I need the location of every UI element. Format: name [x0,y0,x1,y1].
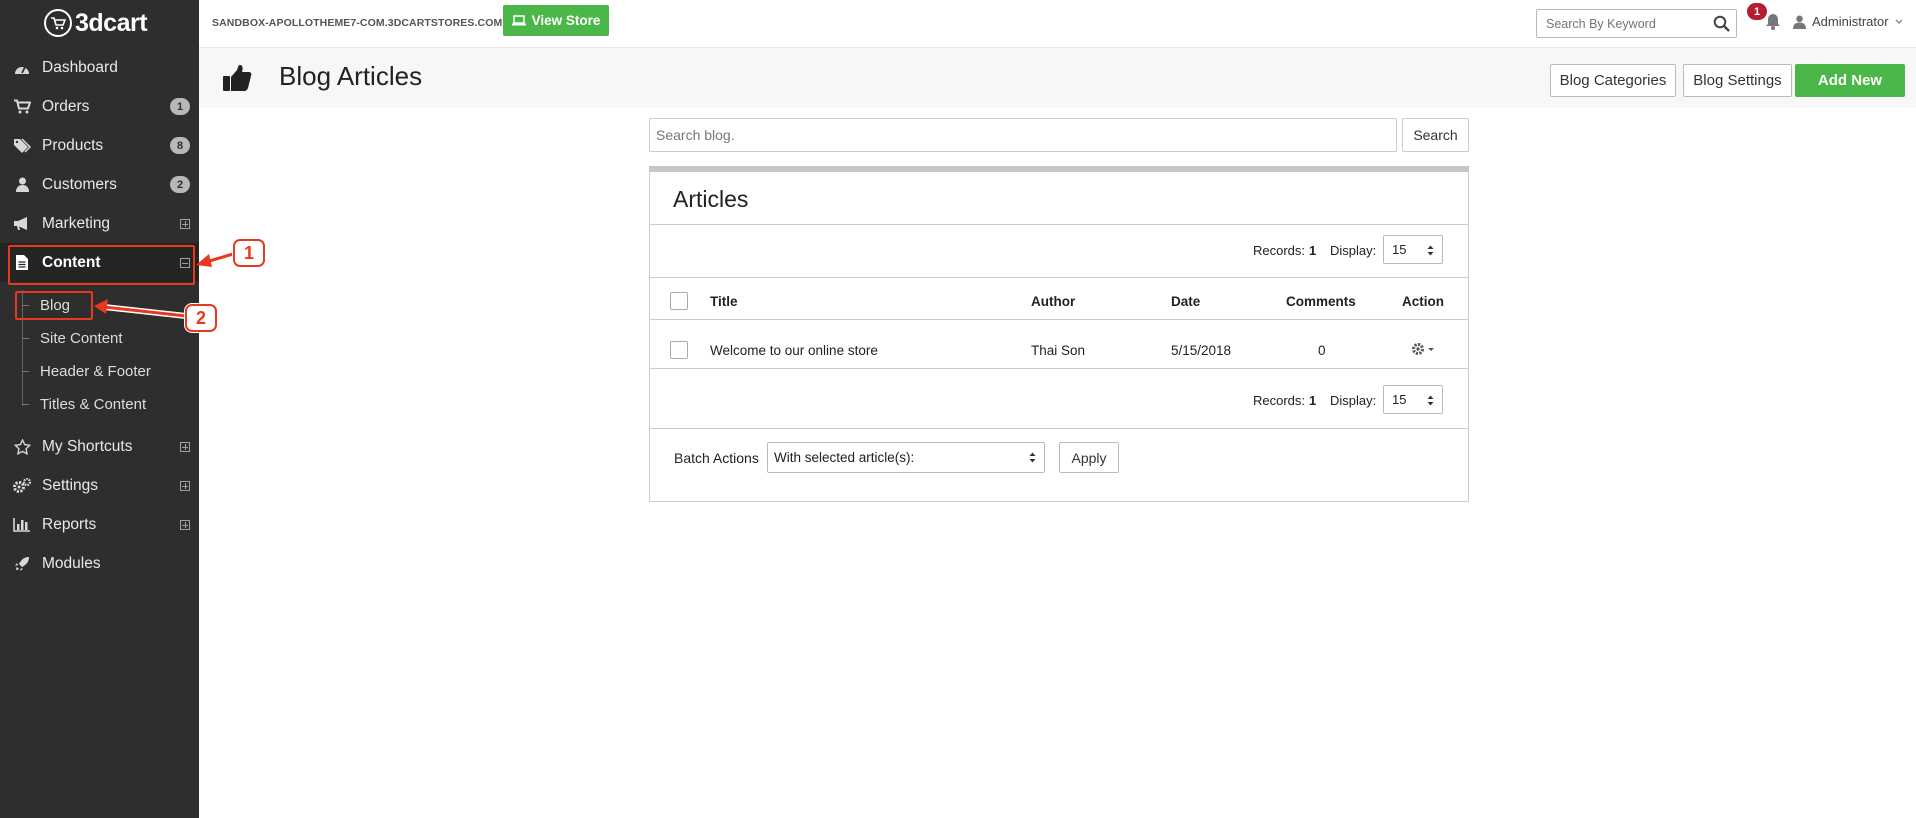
user-menu[interactable]: Administrator [1793,14,1903,29]
keyword-search-input[interactable] [1537,10,1707,37]
display-select[interactable]: 15 [1383,235,1443,264]
page-title: Blog Articles [279,61,423,91]
view-store-label: View Store [531,13,601,28]
article-date: 5/15/2018 [1171,343,1232,358]
laptop-icon [511,15,526,26]
gears-icon [11,477,33,494]
sidebar-item-label: My Shortcuts [42,437,133,455]
notification-badge: 1 [1747,3,1767,20]
records-count-bottom: Records: 1 [1253,393,1317,408]
batch-actions-select[interactable]: With selected article(s): [767,442,1045,473]
expand-icon[interactable] [180,441,190,452]
sidebar-item-settings[interactable]: Settings [0,466,199,505]
sidebar-subitem-label: Titles & Content [40,396,147,413]
divider [650,319,1468,320]
row-checkbox[interactable] [670,341,688,359]
star-icon [11,438,33,455]
store-url[interactable]: SANDBOX-APOLLOTHEME7-COM.3DCARTSTORES.CO… [212,17,502,29]
sidebar-item-my-shortcuts[interactable]: My Shortcuts [0,427,199,466]
sidebar-subitem-label: Header & Footer [40,363,151,380]
thumbs-up-icon [222,64,252,97]
column-title[interactable]: Title [710,294,738,309]
keyword-search [1536,9,1737,38]
sidebar-item-label: Settings [42,476,99,494]
display-select-bottom[interactable]: 15 [1383,385,1443,414]
divider [650,428,1468,429]
blog-settings-button[interactable]: Blog Settings [1683,64,1792,97]
add-new-button[interactable]: Add New [1795,64,1905,97]
user-label: Administrator [1812,14,1889,29]
records-count: Records: 1 [1253,243,1317,258]
chevron-down-icon [1895,19,1903,24]
blog-search-input[interactable] [649,118,1397,152]
column-author[interactable]: Author [1031,294,1075,309]
batch-actions-label: Batch Actions [674,450,759,466]
divider [650,224,1468,225]
rocket-icon [11,556,33,572]
updown-icon [1427,394,1434,409]
callout-1: 1 [233,239,265,267]
updown-icon [1427,244,1434,259]
column-action: Action [1402,294,1444,309]
gear-icon[interactable] [1411,342,1437,361]
expand-icon[interactable] [180,519,190,530]
blog-categories-button[interactable]: Blog Categories [1550,64,1676,97]
sidebar-item-label: Reports [42,515,97,533]
sidebar-subitem-titles-content[interactable]: Titles & Content [0,388,199,421]
column-comments: Comments [1286,294,1356,309]
display-label: Display: [1330,243,1377,258]
page-header: Blog Articles Blog Categories Blog Setti… [199,48,1916,108]
divider [650,368,1468,369]
updown-icon [1029,451,1036,466]
sidebar-item-reports[interactable]: Reports [0,505,199,544]
apply-button[interactable]: Apply [1059,442,1119,473]
sidebar-item-label: Modules [42,554,101,572]
search-button[interactable]: Search [1402,118,1469,152]
display-label: Display: [1330,393,1377,408]
select-all-checkbox[interactable] [670,292,688,310]
column-date[interactable]: Date [1171,294,1200,309]
article-comments: 0 [1318,343,1326,358]
articles-panel: Articles Records: 1 Display: 15 Title Aut… [649,166,1469,502]
callout-2: 2 [185,304,217,332]
sidebar-item-modules[interactable]: Modules [0,544,199,583]
article-author: Thai Son [1031,343,1086,358]
view-store-button[interactable]: View Store [503,5,609,36]
search-icon[interactable] [1713,15,1730,37]
user-icon [1793,15,1806,29]
expand-icon[interactable] [180,480,190,491]
bar-chart-icon [11,517,33,532]
article-title[interactable]: Welcome to our online store [710,343,878,358]
bell-icon[interactable] [1765,13,1781,35]
topbar: SANDBOX-APOLLOTHEME7-COM.3DCARTSTORES.CO… [199,0,1916,48]
divider [650,277,1468,278]
sidebar-subitem-header-footer[interactable]: Header & Footer [0,355,199,388]
panel-title: Articles [673,186,749,212]
